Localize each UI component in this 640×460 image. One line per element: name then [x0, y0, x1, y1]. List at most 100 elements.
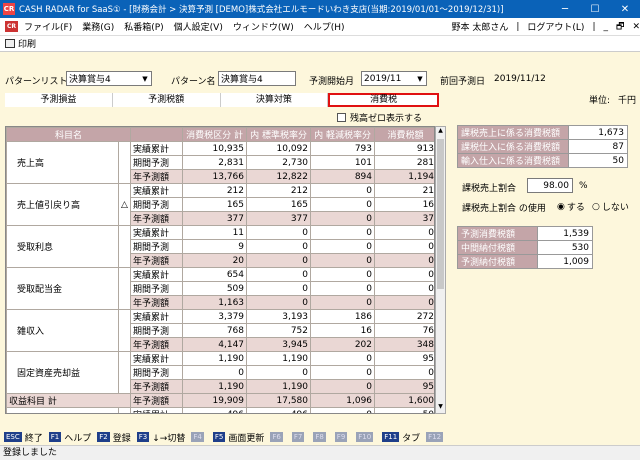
value-cell[interactable]: 11	[182, 225, 248, 240]
zero-balance-toggle[interactable]: 残高ゼロ表示する	[337, 111, 422, 124]
value-cell[interactable]: 13,766	[182, 169, 248, 184]
value-cell[interactable]: 0	[310, 197, 376, 212]
value-cell[interactable]: 212	[182, 183, 248, 198]
value-cell[interactable]: 1,190	[246, 379, 312, 394]
value-cell[interactable]: 0	[374, 267, 434, 282]
value-cell[interactable]: 0	[310, 225, 376, 240]
close-icon[interactable]: ✕	[610, 4, 640, 15]
value-cell[interactable]: 0	[310, 407, 376, 413]
value-cell[interactable]: 50	[374, 407, 434, 413]
fkey-f1[interactable]: F1 ヘルプ	[48, 431, 91, 444]
maximize-icon[interactable]: ☐	[580, 4, 610, 15]
value-cell[interactable]: 2,730	[246, 155, 312, 170]
value-cell[interactable]: 95	[374, 379, 434, 394]
pattern-list-select[interactable]: 決算賞与4 ▼	[66, 71, 152, 86]
ratio-use-no[interactable]: ○ しない	[592, 200, 629, 214]
chevron-down-icon[interactable]: ▼	[139, 72, 151, 85]
value-cell[interactable]: 0	[182, 365, 248, 380]
summary-value[interactable]: 50	[568, 153, 628, 168]
value-cell[interactable]: 0	[310, 253, 376, 268]
value-cell[interactable]: 768	[182, 323, 248, 338]
fkey-f5[interactable]: F5 画面更新	[212, 431, 264, 444]
value-cell[interactable]: 0	[374, 281, 434, 296]
value-cell[interactable]: 212	[246, 183, 312, 198]
value-cell[interactable]: 496	[182, 407, 248, 413]
value-cell[interactable]: 0	[374, 225, 434, 240]
fkey-f3[interactable]: F3 ↓→切替	[136, 431, 185, 444]
value-cell[interactable]: 20	[182, 253, 248, 268]
print-button[interactable]: 印刷	[18, 37, 36, 50]
value-cell[interactable]: 0	[246, 253, 312, 268]
value-cell[interactable]: 202	[310, 337, 376, 352]
value-cell[interactable]: 3,945	[246, 337, 312, 352]
value-cell[interactable]: 1,190	[246, 351, 312, 366]
value-cell[interactable]: 76	[374, 323, 434, 338]
value-cell[interactable]: 21	[374, 183, 434, 198]
forecast-value[interactable]: 530	[537, 240, 593, 255]
menu-personal-settings[interactable]: 個人設定(V)	[174, 20, 223, 33]
value-cell[interactable]: 101	[310, 155, 376, 170]
chevron-down-icon[interactable]: ▼	[414, 72, 426, 85]
radio-selected-icon[interactable]: ◉	[557, 202, 565, 212]
value-cell[interactable]: 0	[310, 365, 376, 380]
value-cell[interactable]: 281	[374, 155, 434, 170]
value-cell[interactable]: 793	[310, 141, 376, 156]
value-cell[interactable]: 348	[374, 337, 434, 352]
value-cell[interactable]: 509	[182, 281, 248, 296]
value-cell[interactable]: 16	[310, 323, 376, 338]
value-cell[interactable]: 894	[310, 169, 376, 184]
zero-balance-checkbox[interactable]	[337, 113, 346, 122]
child-restore-icon[interactable]: 🗗	[616, 19, 624, 35]
value-cell[interactable]: 0	[310, 183, 376, 198]
fkey-esc[interactable]: ESC 終了	[4, 431, 43, 444]
value-cell[interactable]: 0	[246, 267, 312, 282]
value-cell[interactable]: 272	[374, 309, 434, 324]
menu-business[interactable]: 業務(G)	[82, 20, 114, 33]
value-cell[interactable]: 752	[246, 323, 312, 338]
menu-file[interactable]: ファイル(F)	[24, 20, 72, 33]
tab-forecast-tax[interactable]: 予測税額	[112, 93, 221, 107]
scroll-up-icon[interactable]: ▲	[436, 127, 445, 137]
value-cell[interactable]: 0	[310, 281, 376, 296]
tab-consumption-tax[interactable]: 消費税	[328, 93, 439, 107]
value-cell[interactable]: 0	[246, 281, 312, 296]
value-cell[interactable]: 0	[246, 295, 312, 310]
value-cell[interactable]: 10,092	[246, 141, 312, 156]
fkey-f11[interactable]: F11 タブ	[382, 431, 420, 444]
scroll-thumb[interactable]	[437, 139, 444, 289]
value-cell[interactable]: 1,194	[374, 169, 434, 184]
value-cell[interactable]: 9	[182, 239, 248, 254]
value-cell[interactable]: 0	[310, 295, 376, 310]
value-cell[interactable]: 165	[182, 197, 248, 212]
start-month-select[interactable]: 2019/11 ▼	[361, 71, 427, 86]
minimize-icon[interactable]: ─	[550, 4, 580, 15]
value-cell[interactable]: 4,147	[182, 337, 248, 352]
value-cell[interactable]: 654	[182, 267, 248, 282]
ratio-input[interactable]: 98.00	[527, 178, 573, 193]
value-cell[interactable]: 0	[246, 365, 312, 380]
child-minimize-icon[interactable]: _	[604, 22, 609, 32]
value-cell[interactable]: 0	[310, 351, 376, 366]
value-cell[interactable]: 0	[310, 211, 376, 226]
value-cell[interactable]: 12,822	[246, 169, 312, 184]
tab-closing-measures[interactable]: 決算対策	[220, 93, 329, 107]
menu-window[interactable]: ウィンドウ(W)	[233, 20, 294, 33]
value-cell[interactable]: 10,935	[182, 141, 248, 156]
value-cell[interactable]: 95	[374, 351, 434, 366]
value-cell[interactable]: 3,193	[246, 309, 312, 324]
value-cell[interactable]: 1,190	[182, 379, 248, 394]
child-close-icon[interactable]: ✕	[632, 22, 640, 32]
value-cell[interactable]: 0	[374, 295, 434, 310]
summary-value[interactable]: 87	[568, 139, 628, 154]
value-cell[interactable]: 377	[182, 211, 248, 226]
value-cell[interactable]: 0	[246, 239, 312, 254]
value-cell[interactable]: 1,190	[182, 351, 248, 366]
grid-scrollbar[interactable]: ▲ ▼	[435, 126, 446, 414]
value-cell[interactable]: 186	[310, 309, 376, 324]
value-cell[interactable]: 2,831	[182, 155, 248, 170]
value-cell[interactable]: 37	[374, 211, 434, 226]
logout-link[interactable]: ログアウト(L)	[527, 20, 584, 33]
tab-forecast-pl[interactable]: 予測損益	[5, 93, 113, 107]
tax-grid[interactable]: 科目名 消費税区分 計 内 標準税率分 内 軽減税率分 消費税額 売上高 実績累計…	[5, 126, 435, 414]
value-cell[interactable]: 0	[374, 365, 434, 380]
